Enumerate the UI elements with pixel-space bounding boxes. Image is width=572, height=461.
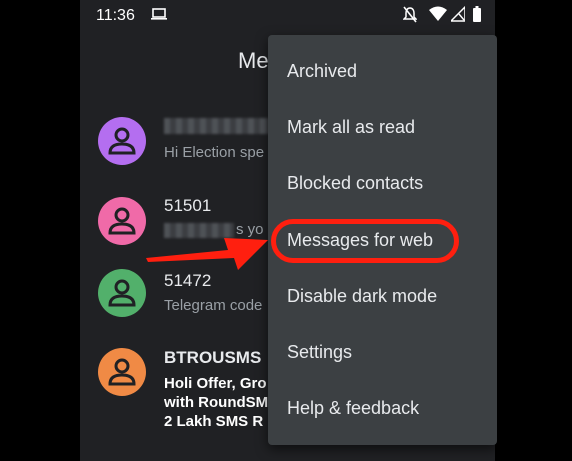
- avatar: [98, 117, 146, 165]
- avatar: [98, 269, 146, 317]
- highlight-outline: [271, 219, 459, 263]
- conversation-snippet-line: with RoundSM: [164, 394, 269, 411]
- menu-item-archived[interactable]: Archived: [287, 61, 357, 82]
- menu-item-disable-dark-mode[interactable]: Disable dark mode: [287, 286, 437, 307]
- avatar: [98, 348, 146, 396]
- notifications-off-icon: [403, 6, 417, 23]
- avatar: [98, 197, 146, 245]
- page-title: Me: [238, 48, 269, 73]
- status-time: 11:36: [96, 7, 135, 24]
- person-icon: [108, 207, 136, 235]
- conversation-snippet: Telegram code: [164, 297, 263, 314]
- conversation-snippet: Hi Election spe: [164, 144, 265, 161]
- red-arrow-icon: [146, 238, 268, 270]
- wifi-icon: [429, 6, 447, 21]
- conversation-name: 51501: [164, 196, 212, 215]
- person-icon: [108, 279, 136, 307]
- status-bar: 11:36: [80, 0, 495, 34]
- conversation-snippet-line: 2 Lakh SMS R: [164, 413, 264, 430]
- laptop-icon: [151, 8, 167, 20]
- conversation-name: BTROUSMS: [164, 348, 262, 367]
- menu-item-blocked-contacts[interactable]: Blocked contacts: [287, 173, 423, 194]
- signal-icon: [451, 6, 465, 22]
- menu-item-settings[interactable]: Settings: [287, 342, 352, 363]
- person-icon: [108, 127, 136, 155]
- conversation-snippet-line: Holi Offer, Gro: [164, 375, 267, 392]
- menu-item-help-feedback[interactable]: Help & feedback: [287, 398, 419, 419]
- person-icon: [108, 358, 136, 386]
- menu-item-mark-all-read[interactable]: Mark all as read: [287, 117, 415, 138]
- redacted-name: [164, 118, 274, 134]
- battery-icon: [473, 6, 481, 22]
